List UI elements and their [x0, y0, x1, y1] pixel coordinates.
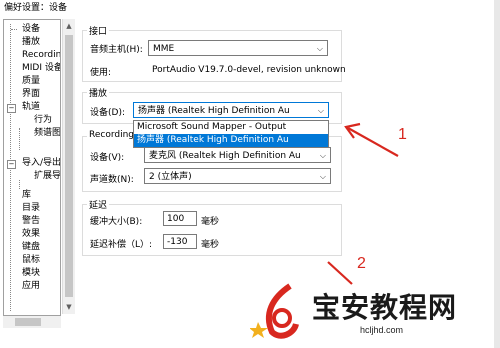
annotation-number-2: 2: [357, 255, 366, 272]
playback-device-dropdown-list[interactable]: Microsoft Sound Mapper - Output 扬声器 (Rea…: [133, 120, 329, 148]
sidebar-item-behaviors[interactable]: 行为: [20, 114, 52, 127]
sidebar-horizontal-scrollbar[interactable]: [3, 316, 61, 328]
audio-host-label: 音频主机(H):: [90, 45, 143, 55]
recording-device-select[interactable]: 麦克风 (Realtek High Definition Au ⌵: [144, 147, 331, 163]
sidebar-item-interface[interactable]: 界面: [7, 88, 40, 101]
chevron-down-icon: ⌵: [317, 106, 324, 115]
latency-compensation-label: 延迟补偿（L）:: [90, 240, 153, 250]
sidebar-item-devices[interactable]: 设备: [7, 23, 40, 36]
playback-device-select[interactable]: 扬声器 (Realtek High Definition Au ⌵: [133, 102, 329, 118]
sidebar-item-extended-import[interactable]: 扩展导: [20, 170, 60, 183]
sidebar-item-libraries[interactable]: 库: [7, 189, 31, 202]
recording-section-title: Recording: [87, 130, 137, 140]
scrollbar-thumb[interactable]: [65, 35, 73, 297]
sidebar-item-playback[interactable]: 播放: [7, 36, 40, 49]
sidebar-item-spectrogram[interactable]: 频谱图: [20, 127, 60, 140]
sidebar-item-tracks[interactable]: 轨道: [7, 101, 40, 114]
sidebar-item-application[interactable]: 应用: [7, 280, 40, 293]
sidebar-item-midi-devices[interactable]: MIDI 设备: [7, 62, 60, 75]
preferences-category-tree[interactable]: 设备 播放 Recording MIDI 设备 质量 界面 − 轨道 行为 频谱…: [3, 19, 61, 316]
sidebar-item-mouse[interactable]: 鼠标: [7, 254, 40, 267]
latency-compensation-input[interactable]: -130: [163, 234, 197, 249]
watermark-text: 宝安教程网: [312, 291, 458, 324]
chevron-down-icon: ⌵: [319, 172, 326, 181]
dropdown-option[interactable]: Microsoft Sound Mapper - Output: [134, 121, 328, 134]
sidebar-item-modules[interactable]: 模块: [7, 267, 40, 280]
sidebar-item-quality[interactable]: 质量: [7, 75, 40, 88]
audio-host-select[interactable]: MME ⌵: [148, 40, 328, 56]
watermark-url: hcljhd.com: [360, 325, 404, 335]
sidebar-item-keyboard[interactable]: 键盘: [7, 241, 40, 254]
annotation-number-1: 1: [398, 126, 407, 143]
sidebar-item-recording[interactable]: Recording: [7, 49, 60, 62]
portaudio-version-text: PortAudio V19.7.0-devel, revision unknow…: [152, 65, 346, 75]
latency-unit-label: 毫秒: [201, 240, 220, 250]
watermark: 宝安教程网 hcljhd.com: [250, 280, 490, 346]
chevron-down-icon: ⌵: [316, 44, 323, 53]
scroll-down-arrow-icon[interactable]: ▼: [63, 301, 75, 313]
annotation-arrow-1: [344, 122, 399, 157]
chevron-down-icon: ⌵: [319, 151, 326, 160]
interface-section-title: 接口: [87, 24, 110, 37]
sidebar-item-directories[interactable]: 目录: [7, 202, 40, 215]
sidebar-item-warnings[interactable]: 警告: [7, 215, 40, 228]
recording-device-label: 设备(V):: [90, 153, 125, 163]
window-edge: [494, 0, 500, 348]
channels-select[interactable]: 2 (立体声) ⌵: [144, 168, 331, 184]
buffer-unit-label: 毫秒: [201, 217, 220, 227]
scroll-up-arrow-icon[interactable]: ▲: [63, 20, 75, 32]
sidebar-item-import-export[interactable]: 导入/导出: [7, 157, 60, 170]
buffer-size-label: 缓冲大小(B):: [90, 217, 143, 227]
buffer-size-input[interactable]: 100: [163, 211, 197, 226]
sidebar-item-effects[interactable]: 效果: [7, 228, 40, 241]
playback-device-label: 设备(D):: [90, 108, 125, 118]
latency-section-title: 延迟: [87, 198, 110, 211]
window-title: 偏好设置：设备: [0, 0, 500, 16]
playback-section-title: 播放: [87, 86, 110, 99]
scrollbar-thumb[interactable]: [15, 318, 41, 326]
sidebar-vertical-scrollbar[interactable]: ▲ ▼: [62, 19, 75, 314]
using-label: 使用:: [90, 68, 112, 78]
watermark-logo-icon: [250, 283, 299, 339]
channels-label: 声道数(N):: [90, 175, 134, 185]
dropdown-option-selected[interactable]: 扬声器 (Realtek High Definition Au: [134, 134, 328, 147]
